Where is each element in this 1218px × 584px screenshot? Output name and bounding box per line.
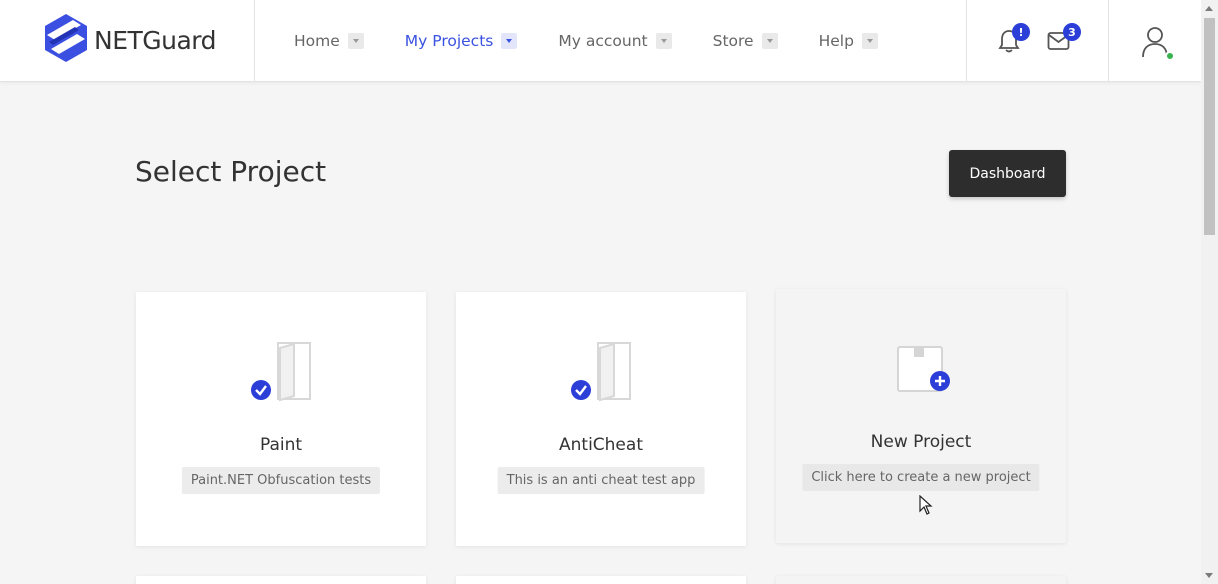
new-file-plus-icon	[896, 345, 952, 399]
nav-home[interactable]: Home	[280, 32, 364, 50]
chevron-down-icon[interactable]	[347, 33, 364, 49]
project-description: This is an anti cheat test app	[497, 467, 705, 494]
project-card[interactable]	[776, 576, 1066, 584]
online-status-dot	[1165, 51, 1175, 61]
project-name: AntiCheat	[559, 435, 643, 455]
scroll-up-icon[interactable]	[1205, 6, 1213, 11]
nav-home-label: Home	[294, 32, 340, 50]
project-name: Paint	[259, 435, 303, 455]
messages-badge: 3	[1063, 23, 1081, 41]
notifications-button[interactable]: !	[997, 23, 1030, 58]
nav-help[interactable]: Help	[805, 32, 878, 50]
header-actions: ! 3	[966, 0, 1109, 82]
page-scrollbar[interactable]	[1201, 0, 1218, 584]
project-description: Paint.NET Obfuscation tests	[181, 467, 381, 494]
nav-store-label: Store	[712, 32, 754, 50]
chevron-down-icon[interactable]	[501, 33, 518, 49]
nav-help-label: Help	[818, 32, 854, 50]
brand-name: NETGuard	[94, 26, 217, 55]
project-name: New Project	[870, 432, 972, 452]
door-check-icon	[570, 340, 634, 406]
chevron-down-icon[interactable]	[655, 33, 672, 49]
notifications-badge: !	[1012, 23, 1030, 41]
nav-my-projects-label: My Projects	[404, 32, 494, 50]
project-card-paint[interactable]: Paint Paint.NET Obfuscation tests	[136, 292, 426, 546]
netguard-logo-icon	[45, 14, 87, 62]
chevron-down-icon[interactable]	[861, 33, 878, 49]
scrollbar-thumb[interactable]	[1204, 18, 1215, 235]
messages-button[interactable]: 3	[1047, 23, 1081, 55]
chevron-down-icon[interactable]	[761, 33, 778, 49]
user-menu-button[interactable]	[1141, 26, 1175, 62]
project-card[interactable]	[456, 576, 746, 584]
nav-store[interactable]: Store	[699, 32, 778, 50]
project-description: Click here to create a new project	[802, 464, 1040, 491]
scroll-down-icon[interactable]	[1205, 573, 1213, 578]
dashboard-button[interactable]: Dashboard	[949, 150, 1066, 197]
project-card[interactable]	[136, 576, 426, 584]
mouse-cursor-icon	[919, 495, 933, 515]
top-navbar: NETGuard Home My Projects My account Sto…	[0, 0, 1201, 82]
page-title: Select Project	[135, 155, 327, 188]
nav-my-account-label: My account	[558, 32, 648, 50]
door-check-icon	[250, 340, 314, 406]
brand-logo[interactable]: NETGuard	[0, 0, 255, 82]
main-nav: Home My Projects My account Store Help	[280, 0, 905, 82]
nav-my-account[interactable]: My account	[544, 32, 672, 50]
project-card-anticheat[interactable]: AntiCheat This is an anti cheat test app	[456, 292, 746, 546]
nav-my-projects[interactable]: My Projects	[391, 32, 518, 50]
